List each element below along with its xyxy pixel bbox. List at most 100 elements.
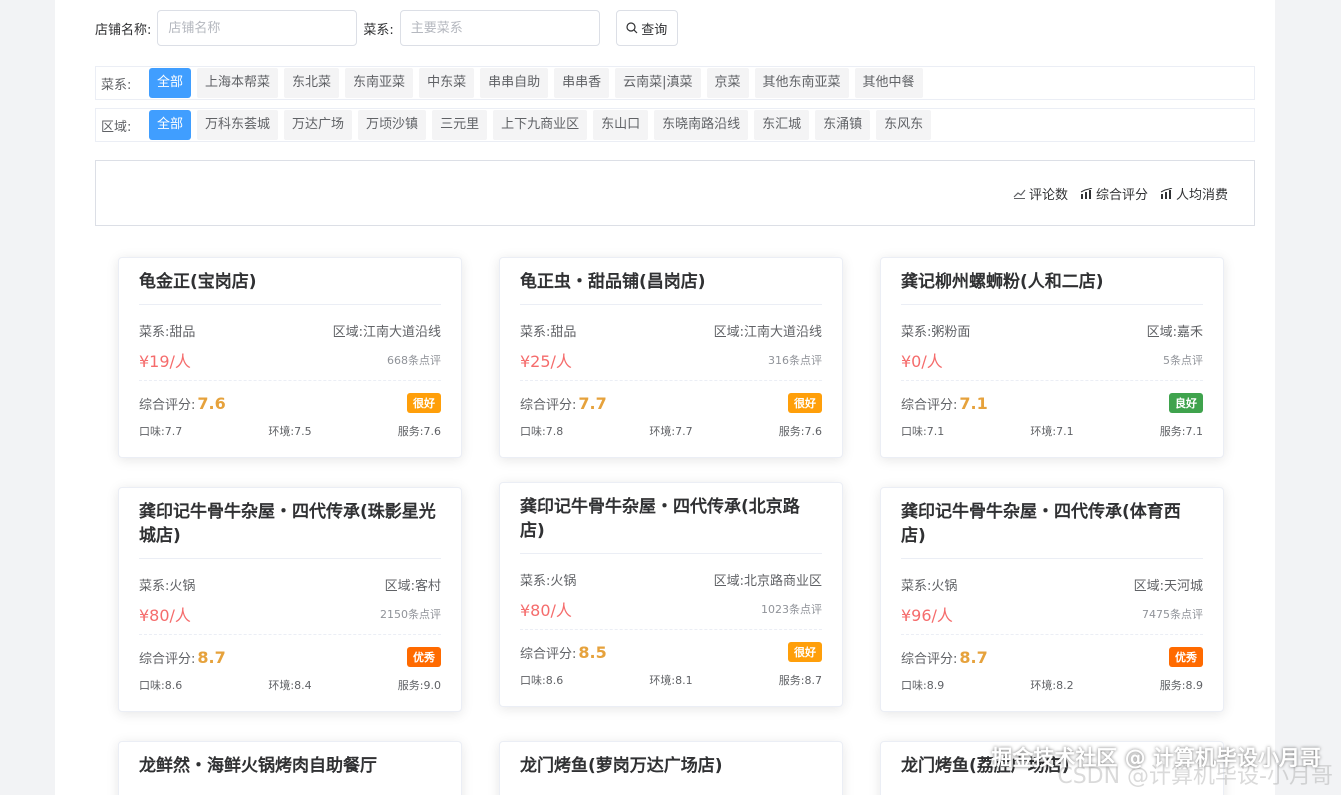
price: ¥0/人 xyxy=(901,352,943,371)
shop-name-input[interactable] xyxy=(157,10,358,46)
area-value: 客村 xyxy=(414,579,441,594)
area-value: 北京路商业区 xyxy=(743,574,822,589)
overall-score: 8.7 xyxy=(197,647,226,667)
area-tag[interactable]: 东汇城 xyxy=(754,110,810,140)
sort-by-reviews[interactable]: 评论数 xyxy=(1013,184,1068,203)
restaurant-name: 龟正虫・甜品铺(昌岗店) xyxy=(520,258,822,305)
area-key: 区域: xyxy=(332,325,363,340)
cuisine-tag[interactable]: 串串自助 xyxy=(480,68,549,98)
price: ¥80/人 xyxy=(520,601,572,620)
service-key: 服务: xyxy=(1159,425,1186,438)
sort-by-avg-cost[interactable]: 人均消费 xyxy=(1160,184,1228,203)
area-tag[interactable]: 万科东荟城 xyxy=(197,110,279,140)
cuisine-tag[interactable]: 中东菜 xyxy=(419,68,475,98)
restaurant-card[interactable]: 龟金正(宝岗店) 菜系:甜品 区域:江南大道沿线 ¥19/人 668条点评 综合… xyxy=(118,257,462,458)
taste-score: 7.8 xyxy=(545,425,564,438)
restaurant-card[interactable]: 龚记柳州螺蛳粉(人和二店) 菜系:粥粉面 区域:嘉禾 ¥0/人 5条点评 综合评… xyxy=(880,257,1224,458)
overall-score: 7.6 xyxy=(197,393,226,413)
area-value: 嘉禾 xyxy=(1176,325,1203,340)
cuisine-input[interactable] xyxy=(399,10,600,46)
restaurant-name: 龚印记牛骨牛杂屋・四代传承(珠影星光城店) xyxy=(139,488,441,559)
bar-chart-icon xyxy=(1080,187,1093,199)
restaurant-card[interactable]: 龚印记牛骨牛杂屋・四代传承(体育西店) 菜系:火锅 区域:天河城 ¥96/人 7… xyxy=(880,487,1224,712)
area-tag[interactable]: 全部 xyxy=(149,110,192,140)
area-key: 区域: xyxy=(384,579,415,594)
cuisine-tag[interactable]: 东北菜 xyxy=(284,68,340,98)
rating-badge: 很好 xyxy=(407,393,441,413)
rating-badge: 良好 xyxy=(1169,393,1203,413)
taste-score: 7.7 xyxy=(164,425,183,438)
search-icon xyxy=(626,22,638,34)
restaurant-name: 龚印记牛骨牛杂屋・四代传承(体育西店) xyxy=(901,488,1203,559)
env-score: 7.5 xyxy=(294,425,312,438)
review-count: 2150条点评 xyxy=(380,608,441,621)
sort-avg-cost-label: 人均消费 xyxy=(1175,187,1228,203)
review-count: 5条点评 xyxy=(1163,354,1203,367)
overall-key: 综合评分: xyxy=(520,646,577,662)
cuisine-value: 火锅 xyxy=(931,579,958,594)
env-key: 环境: xyxy=(268,425,295,438)
cuisine-tag[interactable]: 上海本帮菜 xyxy=(197,68,279,98)
area-key: 区域: xyxy=(1146,325,1177,340)
cuisine-key: 菜系: xyxy=(139,325,170,340)
env-score: 8.1 xyxy=(675,674,693,687)
area-value: 江南大道沿线 xyxy=(362,325,441,340)
cuisine-value: 甜品 xyxy=(550,325,577,340)
taste-key: 口味: xyxy=(139,679,165,692)
taste-score: 8.6 xyxy=(545,674,564,687)
area-tag[interactable]: 东晓南路沿线 xyxy=(654,110,749,140)
review-count: 668条点评 xyxy=(387,354,441,367)
restaurant-name: 龚记柳州螺蛳粉(人和二店) xyxy=(901,258,1203,305)
restaurant-card[interactable]: 龚印记牛骨牛杂屋・四代传承(珠影星光城店) 菜系:火锅 区域:客村 ¥80/人 … xyxy=(118,487,462,712)
bar-chart-icon xyxy=(1160,187,1173,199)
sort-by-overall[interactable]: 综合评分 xyxy=(1080,184,1148,203)
area-tag[interactable]: 东山口 xyxy=(593,110,649,140)
restaurant-card[interactable]: 龙门烤鱼(萝岗万达广场店) xyxy=(499,741,843,795)
cuisine-value: 火锅 xyxy=(550,574,577,589)
restaurant-card[interactable]: 龚印记牛骨牛杂屋・四代传承(北京路店) 菜系:火锅 区域:北京路商业区 ¥80/… xyxy=(499,482,843,707)
query-label: 查询 xyxy=(641,22,668,38)
env-key: 环境: xyxy=(1030,679,1057,692)
taste-key: 口味: xyxy=(139,425,165,438)
area-key: 区域: xyxy=(713,325,744,340)
area-tag[interactable]: 三元里 xyxy=(432,110,488,140)
sort-overall-label: 综合评分 xyxy=(1095,187,1148,203)
price: ¥96/人 xyxy=(901,606,953,625)
cuisine-tag[interactable]: 云南菜|滇菜 xyxy=(615,68,701,98)
search-bar: 店铺名称: 菜系: 查询 xyxy=(95,10,678,46)
restaurant-card[interactable]: 龙鲜然・海鲜火锅烤肉自助餐厅 xyxy=(118,741,462,795)
cuisine-tag[interactable]: 京菜 xyxy=(706,68,749,98)
area-tag[interactable]: 东风东 xyxy=(876,110,932,140)
area-tag[interactable]: 上下九商业区 xyxy=(493,110,588,140)
cuisine-tag[interactable]: 其他东南亚菜 xyxy=(754,68,849,98)
restaurant-card[interactable]: 龟正虫・甜品铺(昌岗店) 菜系:甜品 区域:江南大道沿线 ¥25/人 316条点… xyxy=(499,257,843,458)
restaurant-name: 龙鲜然・海鲜火锅烤肉自助餐厅 xyxy=(139,756,377,776)
area-tag[interactable]: 万达广场 xyxy=(284,110,353,140)
service-key: 服务: xyxy=(397,679,424,692)
rating-badge: 很好 xyxy=(788,642,822,662)
page-container: 店铺名称: 菜系: 查询 菜系: 全部 上海本帮菜 东北菜 东南亚菜 中东菜 串… xyxy=(55,0,1275,795)
taste-score: 8.9 xyxy=(926,679,945,692)
service-key: 服务: xyxy=(778,425,805,438)
price: ¥80/人 xyxy=(139,606,191,625)
cuisine-value: 粥粉面 xyxy=(931,325,971,340)
area-value: 江南大道沿线 xyxy=(743,325,822,340)
overall-score: 8.5 xyxy=(578,642,607,662)
cuisine-tag[interactable]: 其他中餐 xyxy=(854,68,923,98)
overall-key: 综合评分: xyxy=(520,397,577,413)
env-key: 环境: xyxy=(1030,425,1057,438)
area-tag[interactable]: 万顷沙镇 xyxy=(358,110,427,140)
area-filter-row: 区域: 全部 万科东荟城 万达广场 万顷沙镇 三元里 上下九商业区 东山口 东晓… xyxy=(95,108,1255,142)
area-tag[interactable]: 东涌镇 xyxy=(815,110,871,140)
taste-score: 7.1 xyxy=(926,425,945,438)
cuisine-key: 菜系: xyxy=(901,325,932,340)
area-value: 天河城 xyxy=(1163,579,1203,594)
query-button[interactable]: 查询 xyxy=(615,10,678,46)
service-key: 服务: xyxy=(1159,679,1186,692)
area-key: 区域: xyxy=(713,574,744,589)
cuisine-tag[interactable]: 串串香 xyxy=(554,68,610,98)
cuisine-tag[interactable]: 东南亚菜 xyxy=(345,68,414,98)
sort-reviews-label: 评论数 xyxy=(1028,187,1068,203)
cuisine-tag[interactable]: 全部 xyxy=(149,68,192,98)
taste-key: 口味: xyxy=(520,674,546,687)
